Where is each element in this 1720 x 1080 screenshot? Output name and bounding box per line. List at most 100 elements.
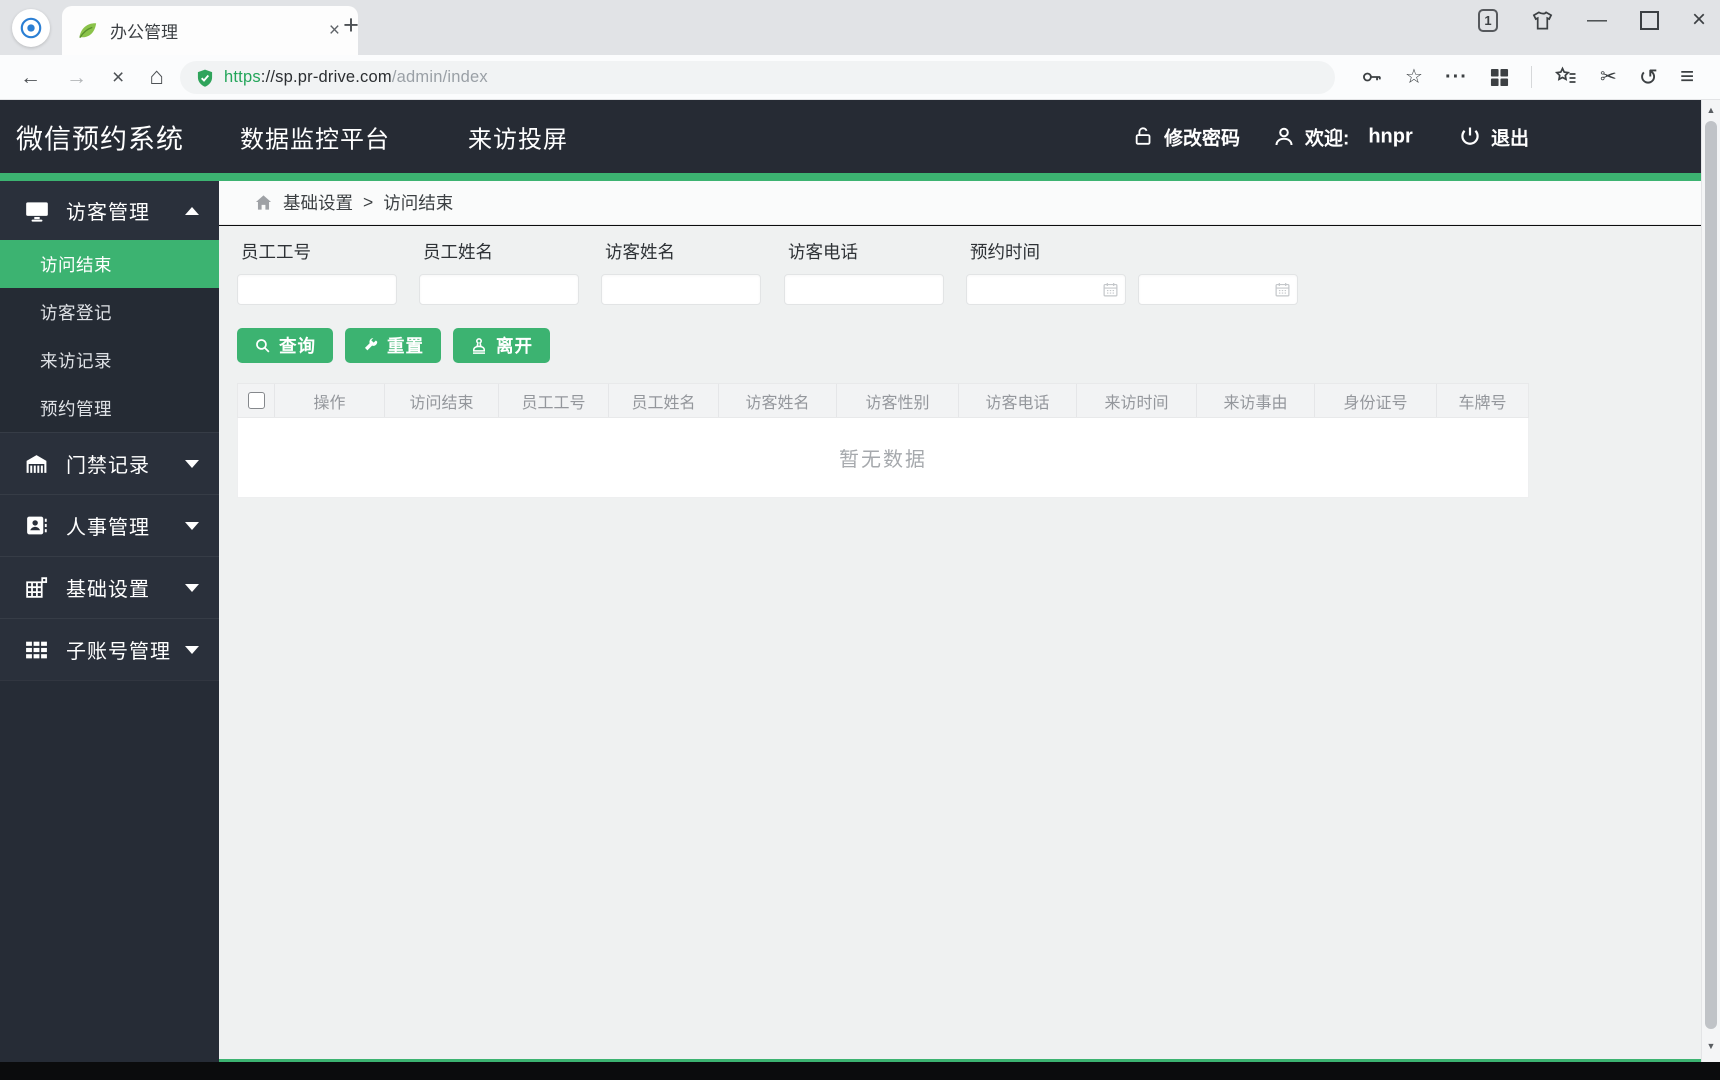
browser-titlebar: 办公管理 × + 1 — × [0, 0, 1720, 55]
back-icon[interactable]: ← [20, 67, 41, 88]
leave-button[interactable]: 离开 [453, 328, 550, 363]
scrollbar-thumb[interactable] [1705, 121, 1717, 1029]
action-buttons: 查询 重置 离开 [237, 328, 550, 363]
select-all-cell [238, 384, 274, 417]
calendar-icon[interactable] [1102, 281, 1119, 298]
nav-visit-screen[interactable]: 来访投屏 [468, 119, 568, 154]
welcome-label: 欢迎: [1305, 128, 1350, 149]
table-body: 暂无数据 [237, 418, 1529, 498]
sidebar-item-visit-end[interactable]: 访问结束 [0, 240, 219, 288]
chevron-down-icon [185, 645, 199, 654]
favorites-list-icon[interactable] [1554, 65, 1578, 89]
welcome-user: 欢迎: hnpr [1272, 123, 1413, 150]
username: hnpr [1368, 125, 1413, 147]
reset-button[interactable]: 重置 [345, 328, 441, 363]
visitor-phone-filter: 访客电话 [784, 239, 944, 305]
breadcrumb-separator: > [363, 192, 374, 212]
monitor-icon [24, 198, 51, 224]
gate-icon [24, 451, 51, 476]
filter-label: 访客姓名 [605, 242, 675, 262]
select-all-checkbox[interactable] [247, 392, 265, 409]
search-icon [254, 337, 271, 354]
menu-icon[interactable]: ≡ [1680, 65, 1694, 89]
grid-settings-icon [24, 575, 51, 600]
maximize-button[interactable] [1639, 10, 1659, 30]
undo-icon[interactable]: ↺ [1639, 65, 1658, 89]
browser-logo-icon [20, 17, 42, 39]
bottom-black-bar [0, 1062, 1720, 1080]
url-text[interactable]: https://sp.pr-drive.com/admin/index [224, 68, 488, 87]
skin-icon[interactable] [1531, 9, 1554, 32]
url-host: ://sp.pr-drive.com [260, 68, 392, 86]
app-header: 微信预约系统 数据监控平台 来访投屏 修改密码 欢迎: hnpr 退出 [0, 100, 1701, 173]
vertical-scrollbar[interactable]: ▲ ▼ [1701, 100, 1720, 1062]
url-path: /admin/index [391, 68, 488, 86]
sidebar-group-basic-settings[interactable]: 基础设置 [0, 556, 219, 618]
shield-secure-icon[interactable] [195, 68, 215, 88]
key-icon[interactable] [1361, 66, 1383, 88]
stop-icon[interactable]: × [112, 67, 124, 88]
breadcrumb-section[interactable]: 基础设置 [283, 190, 353, 215]
sidebar-group-access-records[interactable]: 门禁记录 [0, 432, 219, 494]
sidebar-group-subaccount-mgmt[interactable]: 子账号管理 [0, 618, 219, 680]
calendar-icon[interactable] [1274, 281, 1291, 298]
nav-data-monitor[interactable]: 数据监控平台 [240, 119, 390, 154]
address-bar[interactable]: https://sp.pr-drive.com/admin/index [180, 61, 1335, 94]
col-header-visitor-name: 访客姓名 [718, 384, 836, 417]
breadcrumb-home-icon [254, 193, 273, 212]
employee-name-input[interactable] [419, 274, 579, 305]
col-header-visitor-gender: 访客性别 [836, 384, 958, 417]
breadcrumb-current: 访问结束 [383, 193, 454, 213]
home-icon[interactable]: ⌂ [149, 65, 164, 89]
new-tab-button[interactable]: + [334, 10, 368, 41]
forward-icon[interactable]: → [66, 67, 87, 88]
sidebar-group-label: 人事管理 [66, 517, 150, 539]
visitor-name-filter: 访客姓名 [601, 239, 761, 305]
apps-grid-icon[interactable] [1490, 68, 1509, 87]
grid-squares-icon [24, 637, 51, 662]
tab-count-badge[interactable]: 1 [1477, 8, 1498, 32]
sidebar-item-label: 访客登记 [40, 302, 112, 323]
sidebar-group-personnel-mgmt[interactable]: 人事管理 [0, 494, 219, 556]
chevron-down-icon [185, 521, 199, 530]
employee-name-filter: 员工姓名 [419, 239, 579, 305]
filter-label: 访客电话 [788, 242, 858, 262]
close-button[interactable]: × [1692, 8, 1706, 32]
sidebar-item-visitor-register[interactable]: 访客登记 [0, 288, 219, 336]
search-button[interactable]: 查询 [237, 328, 333, 363]
sidebar-group-label: 子账号管理 [66, 641, 171, 663]
id-card-icon [24, 513, 51, 538]
results-table: 操作 访问结束 员工工号 员工姓名 访客姓名 访客性别 访客电话 来访时间 来访… [237, 383, 1529, 498]
col-header-visit-end: 访问结束 [384, 384, 498, 417]
logout-button[interactable]: 退出 [1458, 123, 1529, 150]
employee-id-filter: 员工工号 [237, 239, 397, 305]
scroll-down-arrow[interactable]: ▼ [1702, 1041, 1720, 1051]
change-password-button[interactable]: 修改密码 [1133, 123, 1240, 150]
leaf-favicon-icon [76, 19, 99, 42]
browser-logo[interactable] [12, 9, 50, 47]
browser-tab[interactable]: 办公管理 × [62, 6, 358, 55]
screenshot-scissors-icon[interactable]: ✂ [1600, 67, 1617, 87]
col-header-plate-number: 车牌号 [1436, 384, 1528, 417]
power-icon [1458, 125, 1482, 149]
empty-state-text: 暂无数据 [839, 449, 927, 471]
sidebar: 访客管理 访问结束 访客登记 来访记录 预约管理 门禁记录 人事管理 基础设置 … [0, 181, 219, 1062]
scroll-up-arrow[interactable]: ▲ [1702, 105, 1720, 115]
employee-id-input[interactable] [237, 274, 397, 305]
more-options-icon[interactable]: ··· [1445, 67, 1468, 87]
sidebar-item-visit-records[interactable]: 来访记录 [0, 336, 219, 384]
sidebar-item-reservation-mgmt[interactable]: 预约管理 [0, 384, 219, 432]
visitor-name-input[interactable] [601, 274, 761, 305]
toolbar-divider [1530, 66, 1532, 88]
accent-strip [0, 173, 1701, 181]
col-header-visitor-phone: 访客电话 [958, 384, 1076, 417]
logout-label: 退出 [1491, 128, 1530, 149]
sidebar-item-label: 访问结束 [40, 254, 112, 275]
bookmark-star-icon[interactable]: ☆ [1405, 67, 1423, 87]
window-controls: 1 — × [1477, 0, 1706, 40]
sidebar-group-visitor-mgmt[interactable]: 访客管理 [0, 181, 219, 240]
minimize-button[interactable]: — [1587, 10, 1607, 30]
visitor-phone-input[interactable] [784, 274, 944, 305]
col-header-visit-reason: 来访事由 [1196, 384, 1314, 417]
filter-label: 员工工号 [241, 242, 311, 262]
